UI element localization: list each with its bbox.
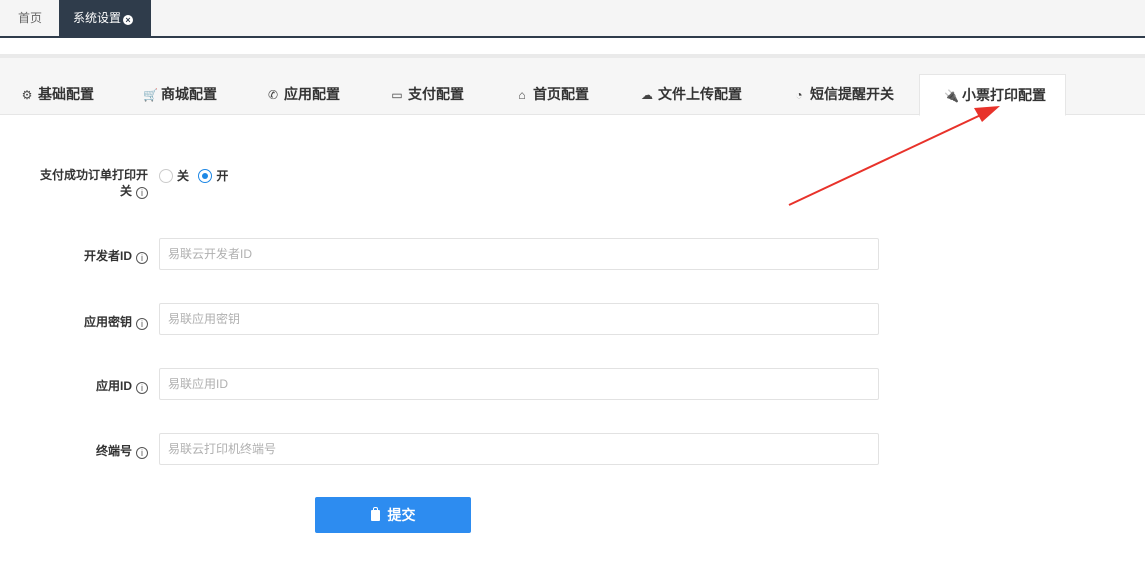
arrow-shaft bbox=[788, 112, 986, 206]
arrow-head bbox=[974, 106, 1000, 122]
annotation-arrow-icon bbox=[788, 106, 1000, 206]
